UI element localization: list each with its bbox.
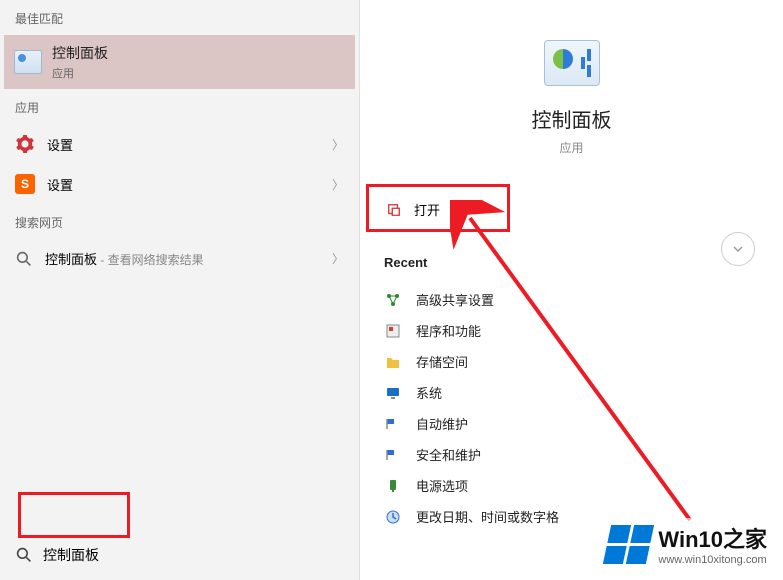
app-item-settings-2[interactable]: S 设置 〉 <box>0 164 359 204</box>
recent-item[interactable]: 安全和维护 <box>384 439 759 470</box>
recent-item-icon <box>384 415 402 433</box>
control-panel-icon <box>544 40 600 86</box>
watermark-title: Win10之家 <box>658 522 767 554</box>
recent-item-icon <box>384 508 402 526</box>
search-input[interactable] <box>43 547 344 563</box>
web-label-sub: - 查看网络搜索结果 <box>97 253 204 267</box>
search-icon <box>15 546 33 564</box>
recent-item[interactable]: 存储空间 <box>384 346 759 377</box>
recent-item-icon <box>384 291 402 309</box>
app-label: 设置 <box>47 175 73 194</box>
search-icon <box>15 250 33 268</box>
recent-item-icon <box>384 353 402 371</box>
watermark-url: www.win10xitong.com <box>658 554 767 566</box>
sogou-icon: S <box>15 174 35 194</box>
web-result-item[interactable]: 控制面板 - 查看网络搜索结果 〉 <box>0 239 359 278</box>
apps-header: 应用 <box>0 89 359 124</box>
open-action[interactable]: 打开 <box>380 192 763 227</box>
best-match-header: 最佳匹配 <box>0 0 359 35</box>
best-match-item[interactable]: 控制面板 应用 <box>4 35 355 89</box>
open-label: 打开 <box>414 200 440 219</box>
chevron-right-icon: 〉 <box>332 176 344 193</box>
expand-button[interactable] <box>721 232 755 266</box>
recent-item-label: 存储空间 <box>416 352 468 371</box>
recent-header: Recent <box>384 255 759 270</box>
preview-panel: 控制面板 应用 打开 Recent 高级共享设置程序和功能存储空间系统自动维护安… <box>360 0 783 580</box>
recent-item[interactable]: 自动维护 <box>384 408 759 439</box>
open-icon <box>386 202 402 218</box>
recent-item-icon <box>384 384 402 402</box>
chevron-right-icon: 〉 <box>332 136 344 153</box>
search-bar[interactable] <box>0 538 359 572</box>
preview-sub: 应用 <box>559 139 583 156</box>
app-item-settings-1[interactable]: 设置 〉 <box>0 124 359 164</box>
web-header: 搜索网页 <box>0 204 359 239</box>
chevron-right-icon: 〉 <box>332 250 344 267</box>
recent-item[interactable]: 程序和功能 <box>384 315 759 346</box>
annotation-box <box>18 492 130 538</box>
best-match-title: 控制面板 <box>52 43 108 63</box>
recent-item-label: 系统 <box>416 383 442 402</box>
recent-item-label: 安全和维护 <box>416 445 481 464</box>
results-panel: 最佳匹配 控制面板 应用 应用 设置 〉 S 设置 〉 搜索 <box>0 0 360 580</box>
web-label: 控制面板 <box>45 252 97 267</box>
recent-item-label: 程序和功能 <box>416 321 481 340</box>
recent-item[interactable]: 高级共享设置 <box>384 284 759 315</box>
windows-logo-icon <box>603 525 654 564</box>
recent-item-label: 自动维护 <box>416 414 468 433</box>
recent-item[interactable]: 系统 <box>384 377 759 408</box>
recent-item-icon <box>384 477 402 495</box>
recent-item-label: 电源选项 <box>416 476 468 495</box>
recent-item-icon <box>384 322 402 340</box>
recent-item-label: 高级共享设置 <box>416 290 494 309</box>
control-panel-icon <box>14 50 42 74</box>
recent-item[interactable]: 电源选项 <box>384 470 759 501</box>
preview-title: 控制面板 <box>532 104 612 133</box>
watermark: Win10之家 www.win10xitong.com <box>601 518 773 570</box>
gear-icon <box>15 134 35 154</box>
app-label: 设置 <box>47 135 73 154</box>
recent-item-label: 更改日期、时间或数字格 <box>416 507 559 526</box>
best-match-sub: 应用 <box>52 65 108 81</box>
recent-item-icon <box>384 446 402 464</box>
